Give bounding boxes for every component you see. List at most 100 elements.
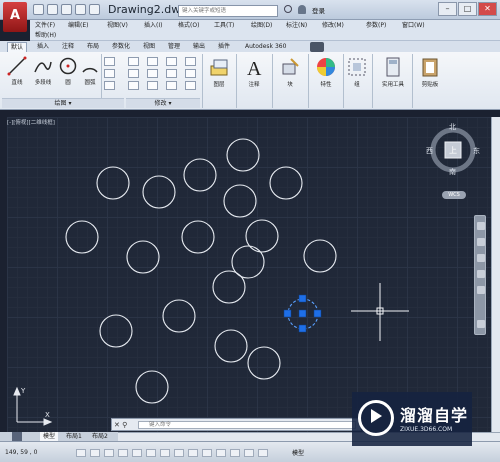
tab-annotate[interactable]: 注释 [62,42,74,52]
snap-mode-icon[interactable] [90,449,100,457]
mirror-icon[interactable] [147,69,158,78]
tab-parametric[interactable]: 参数化 [112,42,130,52]
hatch-icon[interactable] [104,69,115,78]
layers-tool[interactable]: 图层 [205,56,233,88]
circle-shape[interactable] [214,329,248,363]
circle-shape[interactable] [162,299,196,333]
selection-cycling-icon[interactable] [258,449,268,457]
modify-group-footer[interactable]: 修改 ▾ [126,98,200,108]
viewcube-top-face[interactable]: 上 [449,145,457,156]
compass-north[interactable]: 北 [449,122,456,132]
menu-modify[interactable]: 修改(M) [322,20,344,31]
maximize-button[interactable]: □ [458,2,477,16]
search-input[interactable]: 键入关键字或短语 [178,5,278,17]
tab-nav-arrows-icon[interactable] [12,432,22,441]
model-space-status[interactable]: 模型 [292,448,304,457]
stretch-icon[interactable] [128,81,139,90]
circle-shape[interactable] [183,158,217,192]
ortho-mode-icon[interactable] [118,449,128,457]
grip-right[interactable] [313,309,322,318]
menu-insert[interactable]: 插入(I) [144,20,162,31]
circle-shape[interactable] [247,346,281,380]
lineweight-icon[interactable] [216,449,226,457]
circle-shape[interactable] [96,166,130,200]
scale-icon[interactable] [147,81,158,90]
rotate-icon[interactable] [147,57,158,66]
quick-properties-icon[interactable] [244,449,254,457]
circle-shape[interactable] [212,270,246,304]
viewport-controls-label[interactable]: [-][俯视][二维线框] [7,118,55,126]
infer-constraints-icon[interactable] [76,449,86,457]
group-tool[interactable]: 组 [346,56,368,88]
circle-tool[interactable]: 圆 [58,56,78,86]
menu-format[interactable]: 格式(O) [178,20,199,31]
tab-autodesk-360[interactable]: Autodesk 360 [245,42,286,52]
minimize-button[interactable]: – [438,2,457,16]
vertical-scrollbar[interactable] [491,117,500,432]
menu-help[interactable]: 帮助(H) [35,31,56,41]
circle-shape[interactable] [245,219,279,253]
viewcube[interactable]: 北 西 东 南 上 [426,122,480,176]
tab-plugins[interactable]: 插件 [218,42,230,52]
3d-osnap-icon[interactable] [160,449,170,457]
offset-icon[interactable] [185,81,196,90]
menu-parameters[interactable]: 参数(P) [366,20,386,31]
compass-east[interactable]: 东 [473,146,480,156]
new-icon[interactable] [33,4,44,15]
utilities-tool[interactable]: 实用工具 [376,56,410,88]
polyline-tool[interactable]: 多段线 [30,56,56,86]
tab-output[interactable]: 输出 [193,42,205,52]
undo-icon[interactable] [75,4,86,15]
menu-view[interactable]: 视图(V) [107,20,128,31]
grip-top[interactable] [298,294,307,303]
clipboard-tool[interactable]: 剪贴板 [416,56,444,88]
compass-west[interactable]: 西 [426,146,433,156]
arc-tool[interactable]: 圆弧 [80,56,100,86]
search-icon[interactable] [284,5,292,13]
menu-edit[interactable]: 编辑(E) [68,20,88,31]
object-snap-icon[interactable] [146,449,156,457]
app-logo[interactable]: A [3,2,27,32]
fillet-icon[interactable] [166,69,177,78]
circle-shape[interactable] [303,239,337,273]
otrack-icon[interactable] [174,449,184,457]
properties-tool[interactable]: 特性 [312,56,340,88]
circle-shape[interactable] [65,220,99,254]
ucs-dynamic-icon[interactable] [188,449,198,457]
draw-group-footer[interactable]: 绘图 ▾ [2,98,124,108]
zoom-icon[interactable] [477,254,485,262]
copy-icon[interactable] [128,69,139,78]
transparency-icon[interactable] [230,449,240,457]
rectangle-icon[interactable] [104,57,115,66]
annotation-tool[interactable]: A 注释 [240,56,268,88]
menu-dimension[interactable]: 标注(N) [286,20,307,31]
orbit-icon[interactable] [477,270,485,278]
tab-home[interactable]: 默认 [7,42,28,52]
array-icon[interactable] [166,81,177,90]
ellipse-icon[interactable] [104,81,115,90]
menu-draw[interactable]: 绘图(D) [251,20,272,31]
menu-file[interactable]: 文件(F) [35,20,55,31]
tab-model[interactable]: 模型 [40,432,59,441]
tab-layout[interactable]: 布局 [87,42,99,52]
close-icon[interactable]: ✕ ⚲ [114,421,127,429]
block-tool[interactable]: 块 [276,56,304,88]
tab-options-icon[interactable] [310,42,324,52]
grip-bottom[interactable] [298,324,307,333]
compass-south[interactable]: 南 [449,167,456,177]
showmotion-icon[interactable] [477,286,485,294]
tab-view[interactable]: 视图 [143,42,155,52]
close-button[interactable]: ✕ [478,2,497,16]
circle-shape[interactable] [135,370,169,404]
move-icon[interactable] [128,57,139,66]
steering-wheel-icon[interactable] [477,222,485,230]
grid-display-icon[interactable] [104,449,114,457]
circle-shape[interactable] [226,138,260,172]
grip-left[interactable] [283,309,292,318]
open-icon[interactable] [47,4,58,15]
erase-icon[interactable] [185,57,196,66]
circle-shape[interactable] [142,175,176,209]
dynamic-input-icon[interactable] [202,449,212,457]
drawing-canvas[interactable]: Y X [7,117,491,432]
wcs-button[interactable]: WCS [442,191,466,199]
